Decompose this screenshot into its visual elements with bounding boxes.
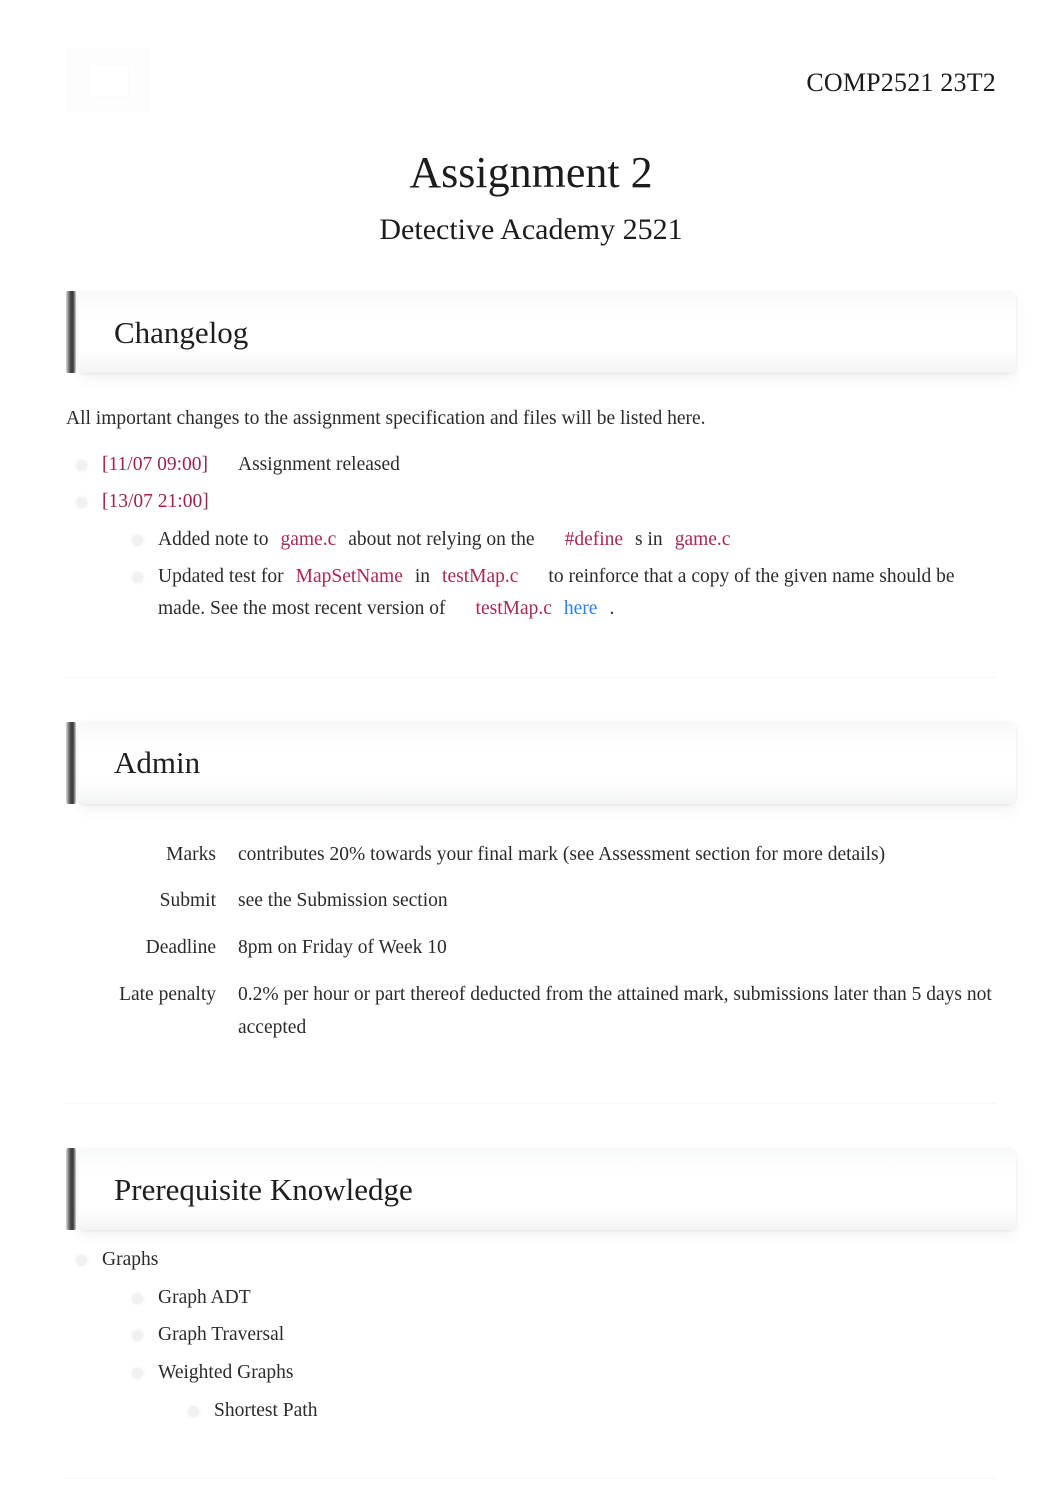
admin-label: Submit <box>159 890 216 912</box>
document-header: COMP2521 23T2 <box>0 0 1062 112</box>
section-divider <box>66 1103 996 1105</box>
section-body-prerequisite: Graphs Graph ADT Graph Traversal Weighte… <box>0 1244 1062 1426</box>
admin-value: contributes 20% towards your final mark … <box>238 843 886 865</box>
section-accent-bar <box>66 291 76 374</box>
logo-inner-shape <box>89 65 129 97</box>
changelog-timestamp: [11/07 09:00] <box>102 453 208 475</box>
changelog-sublist: Added note to game.c about not relying on … <box>102 524 996 625</box>
subentry-text-part: Added note to <box>158 528 269 550</box>
section-header-changelog: Changelog <box>66 291 1016 374</box>
list-item: Shortest Path <box>186 1395 996 1427</box>
section-divider <box>66 676 996 678</box>
list-item: Graphs Graph ADT Graph Traversal Weighte… <box>74 1244 996 1426</box>
section-header-admin: Admin <box>66 721 1016 804</box>
page-subtitle: Detective Academy 2521 <box>379 212 683 246</box>
title-block: Assignment 2 Detective Academy 2521 <box>0 148 1062 247</box>
code-testmap-c: testMap.c <box>442 566 519 588</box>
table-row: Marks contributes 20% towards your final… <box>66 832 996 879</box>
section-body-admin: Marks contributes 20% towards your final… <box>0 832 1062 1052</box>
prerequisite-sublist: Graph ADT Graph Traversal Weighted Graph… <box>102 1282 996 1426</box>
section-title-prerequisite: Prerequisite Knowledge <box>114 1171 413 1207</box>
prerequisite-label: Graph ADT <box>158 1286 251 1308</box>
code-mapsetname: MapSetName <box>295 566 403 588</box>
code-define: #define <box>564 528 624 550</box>
subentry-text-part: Updated test for <box>158 566 284 588</box>
admin-label: Marks <box>166 843 216 865</box>
testmap-here-link[interactable]: here <box>564 598 598 619</box>
admin-table: Marks contributes 20% towards your final… <box>66 832 996 1052</box>
changelog-list: [11/07 09:00] Assignment released [13/07 … <box>66 449 996 625</box>
section-prerequisite: Prerequisite Knowledge <box>0 1148 1062 1231</box>
admin-label: Late penalty <box>119 983 216 1005</box>
changelog-entry: [11/07 09:00] Assignment released <box>74 449 996 481</box>
course-code-label: COMP2521 23T2 <box>806 68 996 97</box>
list-item: Graph ADT <box>130 1282 996 1314</box>
prerequisite-list: Graphs Graph ADT Graph Traversal Weighte… <box>66 1244 996 1426</box>
section-title-admin: Admin <box>114 745 201 781</box>
section-accent-bar <box>66 721 76 804</box>
course-logo-icon <box>66 48 150 112</box>
section-divider <box>66 1478 996 1480</box>
table-row: Deadline 8pm on Friday of Week 10 <box>66 925 996 972</box>
prerequisite-label: Shortest Path <box>214 1399 318 1421</box>
list-item: Weighted Graphs Shortest Path <box>130 1357 996 1426</box>
subentry-text-part: about not relying on the <box>348 528 535 550</box>
changelog-subentry: Updated test for MapSetName in testMap.c to … <box>130 561 996 624</box>
admin-value: 0.2% per hour or part thereof deducted f… <box>238 983 992 1038</box>
section-admin: Admin <box>0 721 1062 804</box>
changelog-timestamp: [13/07 21:00] <box>102 491 209 513</box>
section-body-changelog: All important changes to the assignment … <box>0 403 1062 624</box>
code-testmap-c: testMap.c <box>475 597 552 619</box>
code-game-c: game.c <box>280 528 337 550</box>
admin-value: see the Submission section <box>238 890 448 912</box>
list-item: Graph Traversal <box>130 1319 996 1351</box>
changelog-subentry: Added note to game.c about not relying on … <box>130 524 996 556</box>
section-accent-bar <box>66 1148 76 1231</box>
changelog-intro: All important changes to the assignment … <box>66 408 706 430</box>
changelog-entry-text: Assignment released <box>237 453 400 475</box>
changelog-entry: [13/07 21:00] Added note to game.c about n… <box>74 486 996 624</box>
prerequisite-subsublist: Shortest Path <box>158 1395 996 1427</box>
section-header-prerequisite: Prerequisite Knowledge <box>66 1148 1016 1231</box>
page-title: Assignment 2 <box>409 148 653 197</box>
table-row: Submit see the Submission section <box>66 878 996 925</box>
prerequisite-label: Weighted Graphs <box>158 1362 294 1384</box>
table-row: Late penalty 0.2% per hour or part there… <box>66 972 996 1052</box>
subentry-text-part: s in <box>635 528 663 550</box>
section-title-changelog: Changelog <box>114 314 249 350</box>
subentry-text-part: . <box>609 597 615 619</box>
section-changelog: Changelog <box>0 291 1062 374</box>
admin-label: Deadline <box>145 937 216 959</box>
prerequisite-label: Graph Traversal <box>158 1324 285 1346</box>
prerequisite-label: Graphs <box>102 1249 159 1271</box>
code-game-c: game.c <box>674 528 731 550</box>
document-page: COMP2521 23T2 Assignment 2 Detective Aca… <box>0 0 1062 1506</box>
admin-value: 8pm on Friday of Week 10 <box>238 937 447 959</box>
subentry-text-part: in <box>414 566 431 588</box>
